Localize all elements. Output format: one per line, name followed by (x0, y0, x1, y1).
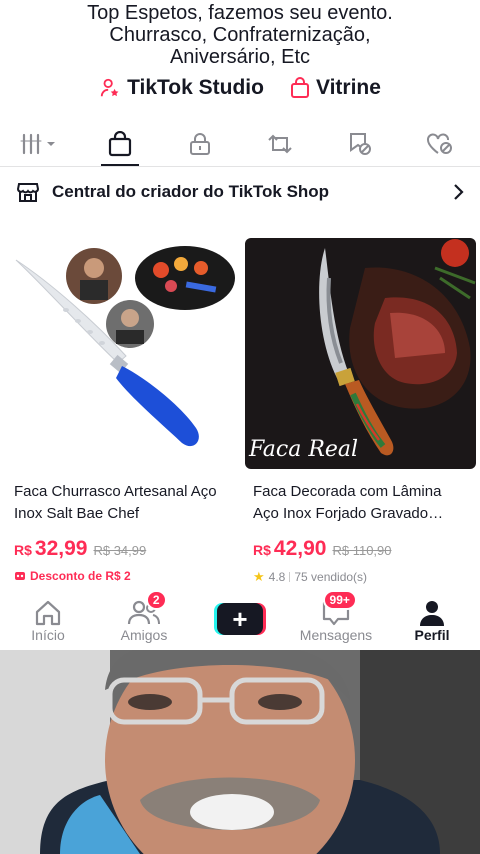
product-card[interactable]: Faca Churrasco Artesanal Aço Inox Salt B… (6, 238, 237, 583)
nav-label: Perfil (414, 627, 450, 643)
tab-favorites[interactable] (320, 122, 400, 166)
tab-liked[interactable] (400, 122, 480, 166)
shopping-bag-icon (108, 131, 132, 157)
rating-value: 4.8 (268, 570, 286, 584)
tab-videos[interactable] (0, 122, 80, 166)
price-value: 42,90 (273, 537, 327, 560)
product-name: Faca Churrasco Artesanal Aço Inox Salt B… (14, 483, 217, 522)
product-image (6, 238, 237, 469)
tabs-divider (0, 166, 480, 167)
liked-hidden-icon (427, 133, 452, 154)
nav-friends[interactable]: 2 Amigos (96, 590, 192, 648)
bookmark-hidden-icon (350, 133, 371, 155)
link-label: TikTok Studio (127, 76, 264, 99)
home-icon (35, 600, 61, 626)
chevron-right-icon (454, 184, 464, 200)
discount-tag-icon (15, 572, 25, 580)
nav-profile[interactable]: Perfil (384, 592, 480, 648)
lock-icon (190, 133, 210, 155)
notification-badge: 99+ (322, 590, 357, 610)
price-currency: R$ (253, 542, 271, 558)
tab-shop[interactable] (80, 122, 160, 166)
shopping-bag-icon (290, 77, 309, 98)
rating-row: ★ 4.8 75 vendido(s) (253, 569, 476, 585)
repost-icon (268, 134, 292, 154)
product-price: R$ 32,99 R$ 34,99 (14, 537, 237, 561)
profile-links: TikTok Studio Vitrine (0, 76, 480, 100)
shop-center-title: Central do criador do TikTok Shop (52, 182, 330, 201)
discount-label: Desconto de R$ 2 (30, 569, 131, 583)
nav-label: Mensagens (299, 627, 373, 643)
product-card[interactable]: Faca Real Faca Decorada com Lâmina Aço I… (245, 238, 476, 585)
nav-create[interactable]: + (192, 592, 288, 648)
bottom-navigation: Início 2 Amigos + 99+ Mensagens Perfil (0, 590, 480, 648)
old-price: R$ 34,99 (93, 543, 147, 558)
tiktok-studio-link[interactable]: TikTok Studio (99, 76, 264, 100)
promo-row: Desconto de R$ 2 (14, 569, 237, 583)
product-image: Faca Real (245, 238, 476, 469)
person-star-icon (100, 78, 119, 97)
nav-label: Início (31, 627, 65, 643)
product-price: R$ 42,90 R$ 110,90 (253, 537, 476, 561)
nav-inbox[interactable]: 99+ Mensagens (288, 590, 384, 648)
vitrine-link[interactable]: Vitrine (290, 76, 381, 100)
grid-icon (20, 133, 55, 155)
store-icon (16, 183, 40, 202)
link-label: Vitrine (315, 76, 381, 99)
tab-reposts[interactable] (240, 122, 320, 166)
watermark-text: Faca Real (248, 437, 358, 462)
nav-home[interactable]: Início (0, 592, 96, 648)
create-plus-icon: + (214, 603, 266, 635)
price-value: 32,99 (34, 537, 88, 560)
bio-line: Churrasco, Confraternização, (109, 24, 371, 46)
video-overlay-image (0, 650, 480, 854)
sold-count: 75 vendido(s) (294, 570, 368, 584)
product-name: Faca Decorada com Lâmina Aço Inox Forjad… (253, 483, 444, 522)
bio-line: Top Espetos, fazemos seu evento. (87, 2, 393, 24)
old-price: R$ 110,90 (332, 543, 392, 558)
creator-shop-center-bar[interactable]: Central do criador do TikTok Shop (0, 170, 480, 214)
separator (289, 572, 291, 582)
profile-tabs (0, 122, 480, 166)
nav-label: Amigos (120, 627, 168, 643)
profile-icon (420, 601, 444, 626)
notification-badge: 2 (145, 590, 167, 610)
profile-bio: Top Espetos, fazemos seu evento. Churras… (0, 0, 480, 68)
price-currency: R$ (14, 542, 32, 558)
star-icon: ★ (253, 569, 265, 584)
bio-line: Aniversário, Etc (169, 46, 311, 68)
tab-private[interactable] (160, 122, 240, 166)
